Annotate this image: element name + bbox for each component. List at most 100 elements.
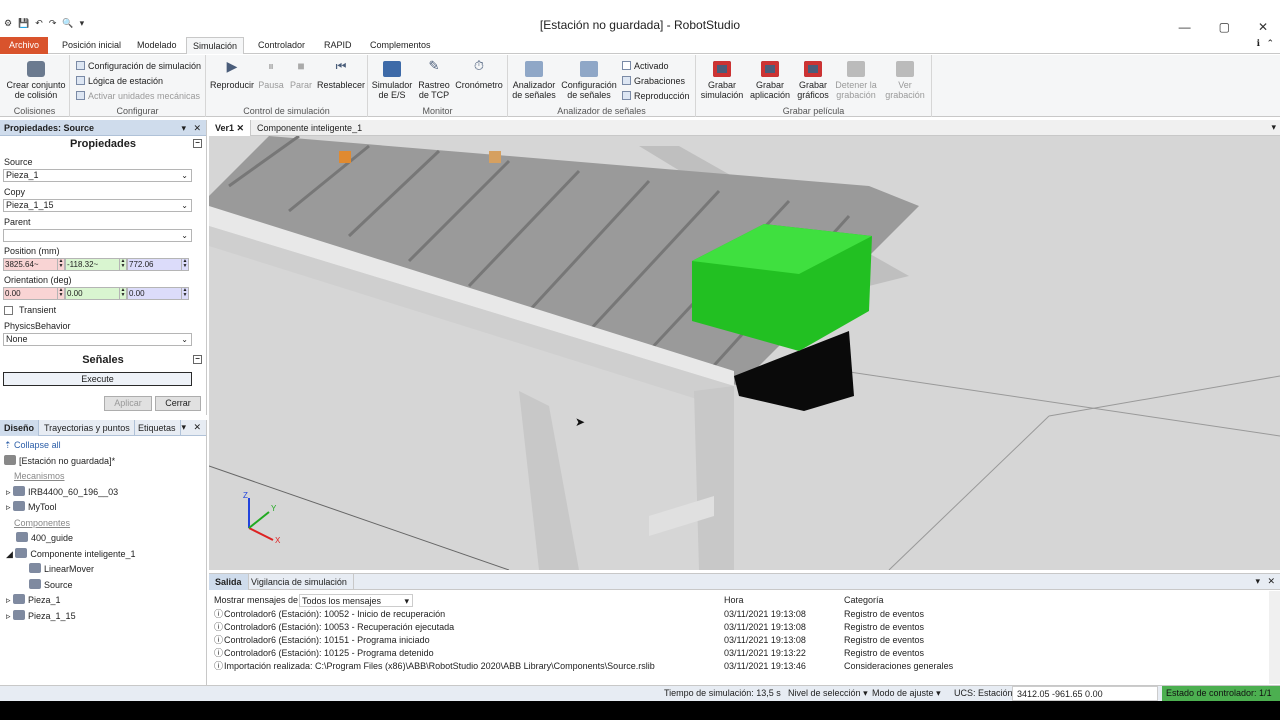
tab-modelado[interactable]: Modelado — [131, 37, 183, 54]
filter-select[interactable]: Todos los mensajes ▾ — [299, 594, 413, 607]
tree-item-componente-inteligente[interactable]: ◢ Componente inteligente_1 — [0, 547, 206, 563]
tab-posicion-inicial[interactable]: Posición inicial — [56, 37, 127, 54]
tab-archivo[interactable]: Archivo — [0, 37, 48, 54]
ribbon-collapse-icon[interactable]: ⌃ — [1266, 38, 1274, 49]
simulador-es-button[interactable]: Simulador de E/S — [370, 61, 414, 100]
crear-colision-button[interactable]: Crear conjunto de colisión — [4, 61, 68, 100]
tab-diseno[interactable]: Diseño — [0, 420, 40, 436]
grabar-aplicacion-button[interactable]: Grabar aplicación — [748, 61, 792, 100]
maximize-button[interactable]: ▢ — [1219, 20, 1230, 34]
analizador-senales-button[interactable]: Analizador de señales — [510, 61, 558, 100]
logica-estacion-button[interactable]: Lógica de estación — [76, 76, 163, 86]
tab-simulacion[interactable]: Simulación — [186, 37, 245, 54]
copy-select[interactable]: Pieza_1_15 ⌄ — [3, 199, 192, 212]
close-panel-icon[interactable]: ✕ — [1267, 576, 1275, 587]
tab-etiquetas[interactable]: Etiquetas — [134, 420, 181, 436]
execute-button[interactable]: Execute — [3, 372, 192, 386]
expand-icon[interactable]: ▹ — [6, 502, 13, 512]
collapse-icon[interactable]: ◢ — [6, 549, 15, 559]
dropdown-icon[interactable]: ▾ — [1255, 576, 1260, 587]
tab-salida[interactable]: Salida — [209, 574, 249, 590]
collapse-icon[interactable]: − — [193, 139, 202, 148]
restablecer-button[interactable]: ⏮ Restablecer — [316, 60, 366, 90]
3d-viewport[interactable]: Ver1 ✕ Componente inteligente_1 ▾ Z X Y … — [209, 120, 1280, 570]
spin-icon[interactable]: ▲ ▼ — [181, 288, 188, 299]
close-icon[interactable]: ✕ — [237, 123, 245, 133]
selection-level[interactable]: Nivel de selección ▾ — [784, 686, 872, 701]
position-y-field[interactable]: -118.32~ ▲ ▼ — [65, 258, 127, 271]
dropdown-icon[interactable]: ▾ — [181, 422, 186, 433]
grabaciones-button[interactable]: Grabaciones — [622, 76, 685, 86]
position-x-field[interactable]: 3825.64~ ▲ ▼ — [3, 258, 65, 271]
detener-grabacion-button[interactable]: Detener la grabación — [834, 61, 878, 100]
help-icon[interactable]: ℹ — [1257, 38, 1260, 49]
output-scrollbar[interactable] — [1269, 591, 1280, 684]
reproduccion-button[interactable]: Reproducción — [622, 91, 690, 101]
physics-select[interactable]: None ⌄ — [3, 333, 192, 346]
column-categoria[interactable]: Categoría — [844, 594, 884, 607]
orientation-y-field[interactable]: 0.00 ▲ ▼ — [65, 287, 127, 300]
spin-icon[interactable]: ▲ ▼ — [181, 259, 188, 270]
output-row[interactable]: ⓘ Controlador6 (Estación): 10151 - Progra… — [209, 634, 1269, 647]
config-simulacion-button[interactable]: Configuración de simulación — [76, 61, 201, 71]
spin-icon[interactable]: ▲ ▼ — [57, 288, 64, 299]
position-z-field[interactable]: 772.06 ▲ ▼ — [127, 258, 189, 271]
tree-item-irb4400[interactable]: ▹ IRB4400_60_196__03 — [0, 485, 206, 501]
tab-complementos[interactable]: Complementos — [364, 37, 437, 54]
output-row[interactable]: ⓘ Controlador6 (Estación): 10125 - Progra… — [209, 647, 1269, 660]
orientation-z-field[interactable]: 0.00 ▲ ▼ — [127, 287, 189, 300]
close-panel-icon[interactable]: ✕ — [193, 120, 201, 136]
tree-station[interactable]: [Estación no guardada]* — [0, 454, 206, 470]
parar-button[interactable]: ■ Parar — [286, 60, 316, 90]
collapse-all-link[interactable]: ⇡ Collapse all — [0, 438, 206, 454]
tree-item-source[interactable]: Source — [0, 578, 206, 594]
spin-icon[interactable]: ▲ ▼ — [119, 259, 126, 270]
close-button[interactable]: ✕ — [1258, 20, 1268, 34]
tab-controlador[interactable]: Controlador — [252, 37, 311, 54]
spin-icon[interactable]: ▲ ▼ — [57, 259, 64, 270]
config-senales-button[interactable]: Configuración de señales — [560, 61, 618, 100]
collapse-icon[interactable]: − — [193, 355, 202, 364]
expand-icon[interactable]: ▹ — [6, 487, 13, 497]
spin-icon[interactable]: ▲ ▼ — [119, 288, 126, 299]
tree-item-mytool[interactable]: ▹ MyTool — [0, 500, 206, 516]
apply-button[interactable]: Aplicar — [104, 396, 152, 411]
grabar-graficos-button[interactable]: Grabar gráficos — [792, 61, 834, 100]
tab-vigilancia[interactable]: Vigilancia de simulación — [245, 574, 354, 590]
tab-componente-inteligente[interactable]: Componente inteligente_1 — [251, 120, 368, 136]
column-hora[interactable]: Hora — [724, 594, 744, 607]
coordinates-field[interactable]: 3412.05 -961.65 0.00 — [1012, 686, 1158, 701]
tree-item-pieza-1[interactable]: ▹ Pieza_1 — [0, 593, 206, 609]
tree-item-pieza-1-15[interactable]: ▹ Pieza_1_15 — [0, 609, 206, 625]
dropdown-icon[interactable]: ▾ — [181, 120, 186, 136]
tab-rapid[interactable]: RAPID — [318, 37, 358, 54]
tree-item-400-guide[interactable]: 400_guide — [0, 531, 206, 547]
expand-icon[interactable]: ▹ — [6, 595, 13, 605]
dropdown-icon[interactable]: ▾ — [1271, 122, 1276, 133]
reproducir-button[interactable]: ▶ Reproducir — [210, 59, 254, 90]
output-row[interactable]: ⓘ Controlador6 (Estación): 10052 - Inicio… — [209, 608, 1269, 621]
output-row[interactable]: ⓘ Importación realizada: C:\Program Files… — [209, 660, 1269, 673]
close-button[interactable]: Cerrar — [155, 396, 201, 411]
layout-tabs: Diseño Trayectorias y puntos Etiquetas ▾… — [0, 420, 206, 436]
orientation-x-field[interactable]: 0.00 ▲ ▼ — [3, 287, 65, 300]
tab-ver1[interactable]: Ver1 ✕ — [209, 120, 252, 136]
source-select[interactable]: Pieza_1 ⌄ — [3, 169, 192, 182]
tree-item-linearmover[interactable]: LinearMover — [0, 562, 206, 578]
ver-grabacion-button[interactable]: Ver grabación — [882, 61, 928, 100]
output-row[interactable]: ⓘ Controlador6 (Estación): 10053 - Recupe… — [209, 621, 1269, 634]
activado-checkbox[interactable]: Activado — [622, 61, 669, 71]
controller-status[interactable]: Estado de controlador: 1/1 — [1162, 686, 1280, 701]
activar-unidades-button[interactable]: Activar unidades mecánicas — [76, 91, 200, 101]
close-panel-icon[interactable]: ✕ — [193, 422, 201, 433]
minimize-button[interactable]: — — [1179, 20, 1191, 34]
transient-checkbox[interactable]: Transient — [0, 304, 206, 317]
cronometro-button[interactable]: ⏱ Cronómetro — [454, 59, 504, 90]
snap-mode[interactable]: Modo de ajuste ▾ — [868, 686, 945, 701]
parent-select[interactable]: ⌄ — [3, 229, 192, 242]
pausa-button[interactable]: ⏸ Pausa — [256, 60, 286, 90]
rastreo-tcp-button[interactable]: ✎ Rastreo de TCP — [414, 59, 454, 100]
expand-icon[interactable]: ▹ — [6, 611, 13, 621]
grabar-simulacion-button[interactable]: Grabar simulación — [698, 61, 746, 100]
tab-trayectorias[interactable]: Trayectorias y puntos — [40, 420, 135, 436]
